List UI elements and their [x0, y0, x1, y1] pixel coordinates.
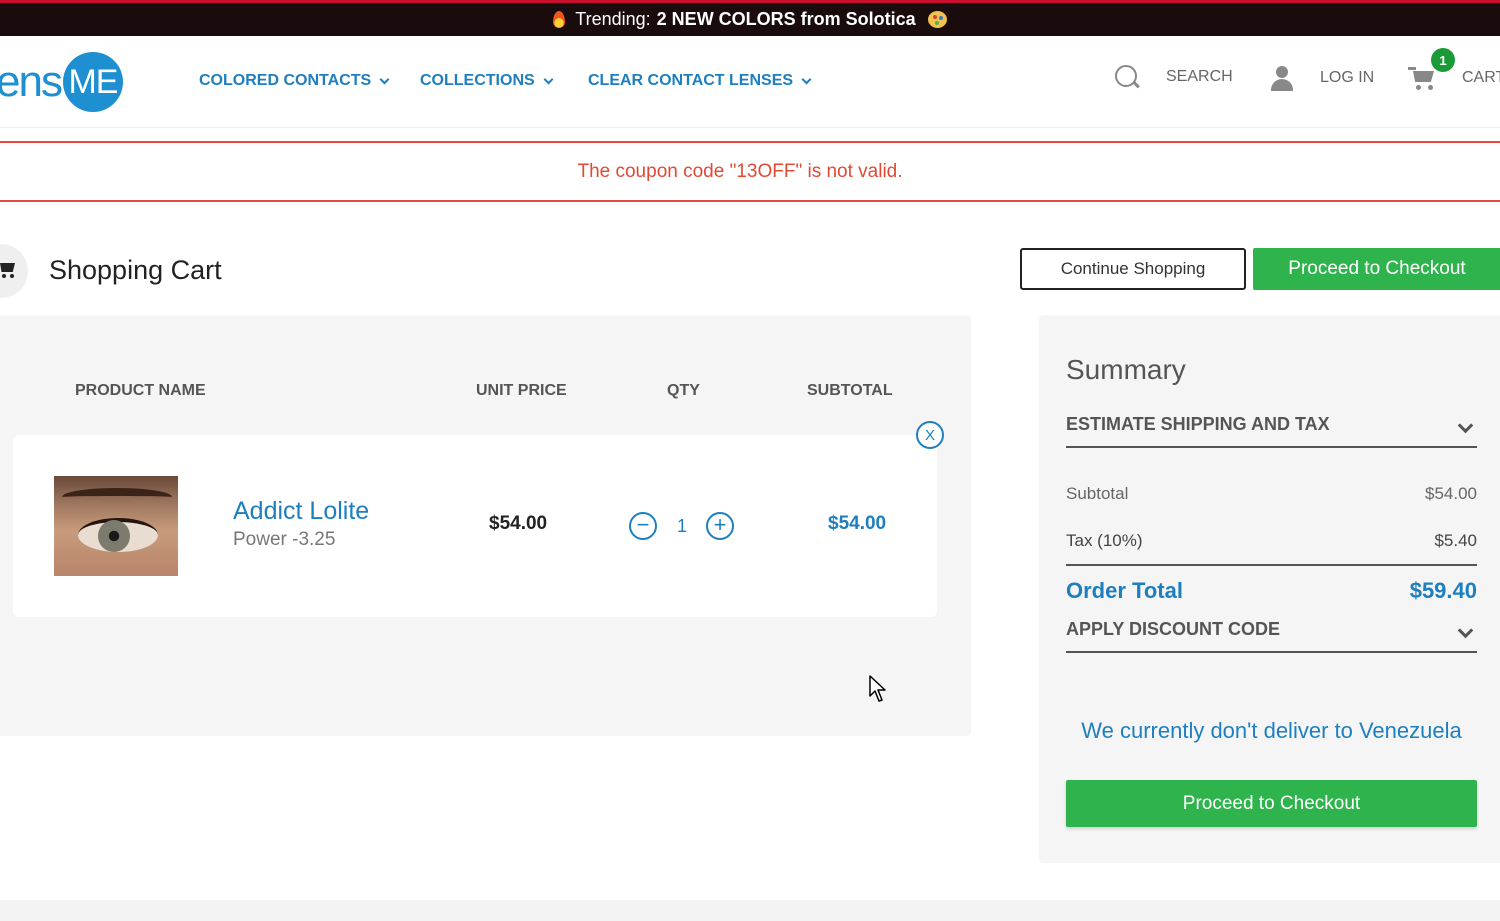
estimate-shipping-label: ESTIMATE SHIPPING AND TAX — [1066, 414, 1330, 434]
page-title: Shopping Cart — [49, 255, 222, 285]
cart-link[interactable]: CART — [1408, 64, 1500, 92]
order-total-row: Order Total $59.40 — [1066, 578, 1477, 604]
minus-icon: − — [636, 512, 650, 537]
nav-label: COLORED CONTACTS — [199, 72, 372, 89]
fire-icon — [553, 11, 566, 28]
summary-subtotal-row: Subtotal $54.00 — [1066, 484, 1477, 504]
cart-icon — [0, 262, 16, 278]
site-header: ens ME COLORED CONTACTS COLLECTIONS CLEA… — [0, 36, 1500, 128]
decrease-qty-button[interactable]: − — [629, 512, 657, 540]
chevron-down-icon — [379, 74, 390, 84]
column-header-qty: QTY — [667, 382, 700, 399]
continue-shopping-button[interactable]: Continue Shopping — [1020, 248, 1246, 290]
remove-item-button[interactable]: X — [916, 421, 944, 449]
estimate-shipping-toggle[interactable]: ESTIMATE SHIPPING AND TAX — [1066, 414, 1477, 448]
chevron-down-icon — [1457, 622, 1474, 639]
quantity-value[interactable]: 1 — [677, 516, 687, 537]
nav-clear-contact-lenses[interactable]: CLEAR CONTACT LENSES — [588, 72, 812, 90]
footer-edge — [0, 900, 1500, 921]
chevron-down-icon — [801, 74, 812, 84]
nav-collections[interactable]: COLLECTIONS — [420, 72, 554, 90]
column-header-product-name: PRODUCT NAME — [75, 382, 206, 399]
logo-badge: ME — [62, 52, 123, 112]
column-header-unit-price: UNIT PRICE — [476, 382, 567, 399]
nav-label: COLLECTIONS — [420, 72, 535, 89]
mouse-cursor-icon — [869, 675, 886, 702]
subtotal-label: Subtotal — [1066, 484, 1129, 503]
summary-checkout-button[interactable]: Proceed to Checkout — [1066, 780, 1477, 827]
increase-qty-button[interactable]: + — [706, 512, 734, 540]
login-link[interactable]: LOG IN — [1270, 64, 1374, 92]
plus-icon: + — [713, 512, 727, 537]
order-total-value: $59.40 — [1409, 578, 1477, 603]
site-logo[interactable]: ens ME — [0, 52, 123, 112]
summary-tax-row: Tax (10%) $5.40 — [1066, 531, 1477, 551]
search-link[interactable]: SEARCH — [1114, 64, 1233, 90]
palette-icon — [927, 11, 947, 28]
nav-colored-contacts[interactable]: COLORED CONTACTS — [199, 72, 390, 90]
column-header-subtotal: SUBTOTAL — [807, 382, 893, 399]
logo-text: ens — [0, 57, 63, 106]
tax-label: Tax (10%) — [1066, 531, 1143, 550]
coupon-error-message: The coupon code "13OFF" is not valid. — [0, 141, 1500, 202]
login-label: LOG IN — [1320, 69, 1375, 86]
search-label: SEARCH — [1166, 68, 1233, 85]
order-total-label: Order Total — [1066, 578, 1183, 603]
product-name-link[interactable]: Addict Lolite — [233, 497, 369, 526]
apply-discount-toggle[interactable]: APPLY DISCOUNT CODE — [1066, 619, 1477, 653]
summary-title: Summary — [1066, 354, 1186, 385]
user-icon — [1270, 64, 1294, 92]
summary-divider — [1066, 564, 1477, 566]
banner-prefix: Trending: — [575, 9, 651, 29]
cart-label: CART — [1462, 69, 1500, 86]
nav-label: CLEAR CONTACT LENSES — [588, 72, 794, 89]
search-icon — [1114, 64, 1140, 90]
item-subtotal: $54.00 — [828, 513, 887, 534]
chevron-down-icon — [543, 74, 554, 84]
proceed-to-checkout-button[interactable]: Proceed to Checkout — [1253, 248, 1500, 290]
subtotal-value: $54.00 — [1425, 484, 1477, 503]
tax-value: $5.40 — [1434, 531, 1477, 550]
banner-highlight: 2 NEW COLORS from Solotica — [656, 9, 916, 29]
trending-banner[interactable]: Trending: 2 NEW COLORS from Solotica — [0, 0, 1500, 36]
cart-count-badge: 1 — [1431, 48, 1455, 72]
product-option: Power -3.25 — [233, 529, 336, 550]
product-image[interactable] — [54, 476, 178, 576]
delivery-notice: We currently don't deliver to Venezuela — [1081, 718, 1462, 743]
apply-discount-label: APPLY DISCOUNT CODE — [1066, 619, 1281, 639]
chevron-down-icon — [1457, 417, 1474, 434]
unit-price: $54.00 — [489, 513, 548, 534]
